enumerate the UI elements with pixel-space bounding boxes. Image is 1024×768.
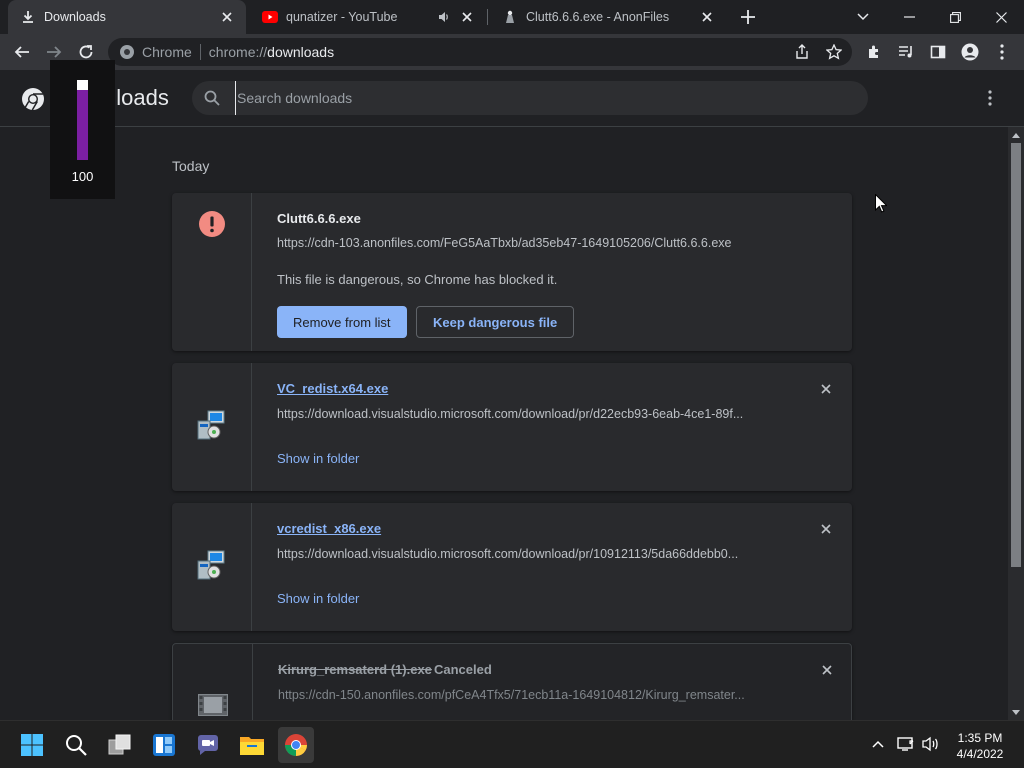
search-input[interactable] — [235, 81, 835, 115]
address-bar[interactable]: Chrome chrome://downloads — [108, 38, 852, 66]
clock-time: 1:35 PM — [957, 731, 1003, 745]
windows-taskbar: 1:35 PM 4/4/2022 — [0, 720, 1024, 768]
volume-overlay: 100 — [50, 60, 115, 199]
date-section-label: Today — [172, 158, 210, 174]
video-file-icon — [198, 694, 228, 720]
close-icon[interactable] — [816, 519, 836, 539]
scroll-down-arrow-icon[interactable] — [1008, 704, 1024, 720]
file-explorer-icon[interactable] — [234, 727, 270, 763]
search-icon — [204, 90, 220, 106]
download-item-canceled: Kirurg_remsaterd (1).exe Canceled https:… — [172, 643, 852, 720]
network-icon[interactable] — [895, 733, 917, 755]
youtube-icon — [262, 9, 278, 25]
tab-separator — [487, 9, 488, 25]
download-item-dangerous: Clutt6.6.6.exe https://cdn-103.anonfiles… — [172, 193, 852, 351]
file-url[interactable]: https://cdn-150.anonfiles.com/pfCeA4Tfx5… — [278, 688, 745, 702]
windows-start-icon[interactable] — [14, 727, 50, 763]
file-name: Clutt6.6.6.exe — [277, 211, 361, 226]
downloads-menu-icon[interactable] — [980, 88, 1000, 108]
scheme-label: Chrome — [142, 44, 192, 60]
file-url[interactable]: https://download.visualstudio.microsoft.… — [277, 407, 743, 421]
chrome-menu-icon[interactable] — [988, 38, 1016, 66]
extensions-icon[interactable] — [860, 38, 888, 66]
page-scrollbar[interactable] — [1008, 127, 1024, 720]
url-host: chrome:// — [208, 44, 268, 60]
scroll-thumb[interactable] — [1011, 143, 1021, 567]
back-button[interactable] — [8, 38, 36, 66]
clock-date: 4/4/2022 — [956, 747, 1004, 761]
volume-thumb — [77, 80, 88, 90]
tab-search-button[interactable] — [840, 0, 886, 34]
file-url[interactable]: https://download.visualstudio.microsoft.… — [277, 547, 738, 561]
minimize-button[interactable] — [886, 0, 932, 34]
share-icon[interactable] — [788, 38, 816, 66]
scroll-up-arrow-icon[interactable] — [1008, 127, 1024, 143]
tab-title: Clutt6.6.6.exe - AnonFiles — [526, 10, 670, 24]
danger-warning-text: This file is dangerous, so Chrome has bl… — [277, 272, 558, 287]
profile-avatar-icon[interactable] — [956, 38, 984, 66]
close-window-button[interactable] — [978, 0, 1024, 34]
show-hidden-icons-chevron-icon[interactable] — [867, 733, 889, 755]
file-name: Kirurg_remsaterd (1).exe — [278, 662, 432, 677]
file-name-link[interactable]: vcredist_x86.exe — [277, 521, 381, 536]
tab-title: Downloads — [44, 10, 106, 24]
teams-chat-icon[interactable] — [190, 727, 226, 763]
tab-anonfiles[interactable]: Clutt6.6.6.exe - AnonFiles — [490, 0, 726, 34]
file-url[interactable]: https://cdn-103.anonfiles.com/FeG5AaTbxb… — [277, 236, 731, 250]
installer-icon — [196, 549, 228, 586]
new-tab-button[interactable] — [737, 6, 759, 28]
speaker-icon[interactable] — [436, 9, 452, 25]
omnibox-divider — [199, 44, 201, 60]
download-icon — [20, 9, 36, 25]
download-item: vcredist_x86.exe https://download.visual… — [172, 503, 852, 631]
browser-toolbar: Chrome chrome://downloads — [0, 34, 1024, 70]
widgets-icon[interactable] — [146, 727, 182, 763]
keep-dangerous-file-button[interactable]: Keep dangerous file — [416, 306, 575, 338]
restore-button[interactable] — [932, 0, 978, 34]
installer-icon — [196, 409, 228, 446]
icon-column — [172, 503, 252, 631]
media-queue-icon[interactable] — [892, 38, 920, 66]
file-name-link[interactable]: VC_redist.x64.exe — [277, 381, 388, 396]
chrome-icon[interactable] — [278, 727, 314, 763]
remove-from-list-button[interactable]: Remove from list — [277, 306, 407, 338]
close-icon[interactable] — [458, 8, 476, 26]
search-icon[interactable] — [58, 727, 94, 763]
mouse-cursor-icon — [875, 193, 888, 214]
show-in-folder-link[interactable]: Show in folder — [277, 451, 359, 466]
tab-title: qunatizer - YouTube — [286, 10, 398, 24]
close-icon[interactable] — [817, 660, 837, 680]
downloads-header: Downloads — [0, 70, 1024, 127]
volume-level-bar — [77, 80, 88, 160]
download-status: Canceled — [434, 662, 492, 677]
volume-icon[interactable] — [920, 733, 942, 755]
chrome-site-icon — [119, 44, 135, 60]
side-panel-icon[interactable] — [924, 38, 952, 66]
tab-downloads[interactable]: Downloads — [8, 0, 246, 34]
volume-value: 100 — [71, 169, 94, 184]
tab-strip: Downloads qunatizer - YouTube Clutt6.6.6… — [0, 0, 1024, 34]
url-path: downloads — [267, 44, 335, 60]
system-clock[interactable]: 1:35 PM 4/4/2022 — [944, 730, 1016, 762]
chrome-logo-icon — [21, 87, 45, 111]
downloads-list: Today Clutt6.6.6.exe https://cdn-103.ano… — [0, 127, 1008, 720]
close-icon[interactable] — [698, 8, 716, 26]
tab-youtube[interactable]: qunatizer - YouTube — [250, 0, 486, 34]
icon-column — [172, 193, 252, 351]
search-downloads-box[interactable] — [192, 81, 868, 115]
icon-column — [173, 644, 253, 720]
anonfiles-icon — [502, 9, 518, 25]
error-icon — [198, 210, 226, 243]
close-icon[interactable] — [816, 379, 836, 399]
close-icon[interactable] — [218, 8, 236, 26]
download-item: VC_redist.x64.exe https://download.visua… — [172, 363, 852, 491]
bookmark-star-icon[interactable] — [820, 38, 848, 66]
task-view-icon[interactable] — [102, 727, 138, 763]
icon-column — [172, 363, 252, 491]
show-in-folder-link[interactable]: Show in folder — [277, 591, 359, 606]
